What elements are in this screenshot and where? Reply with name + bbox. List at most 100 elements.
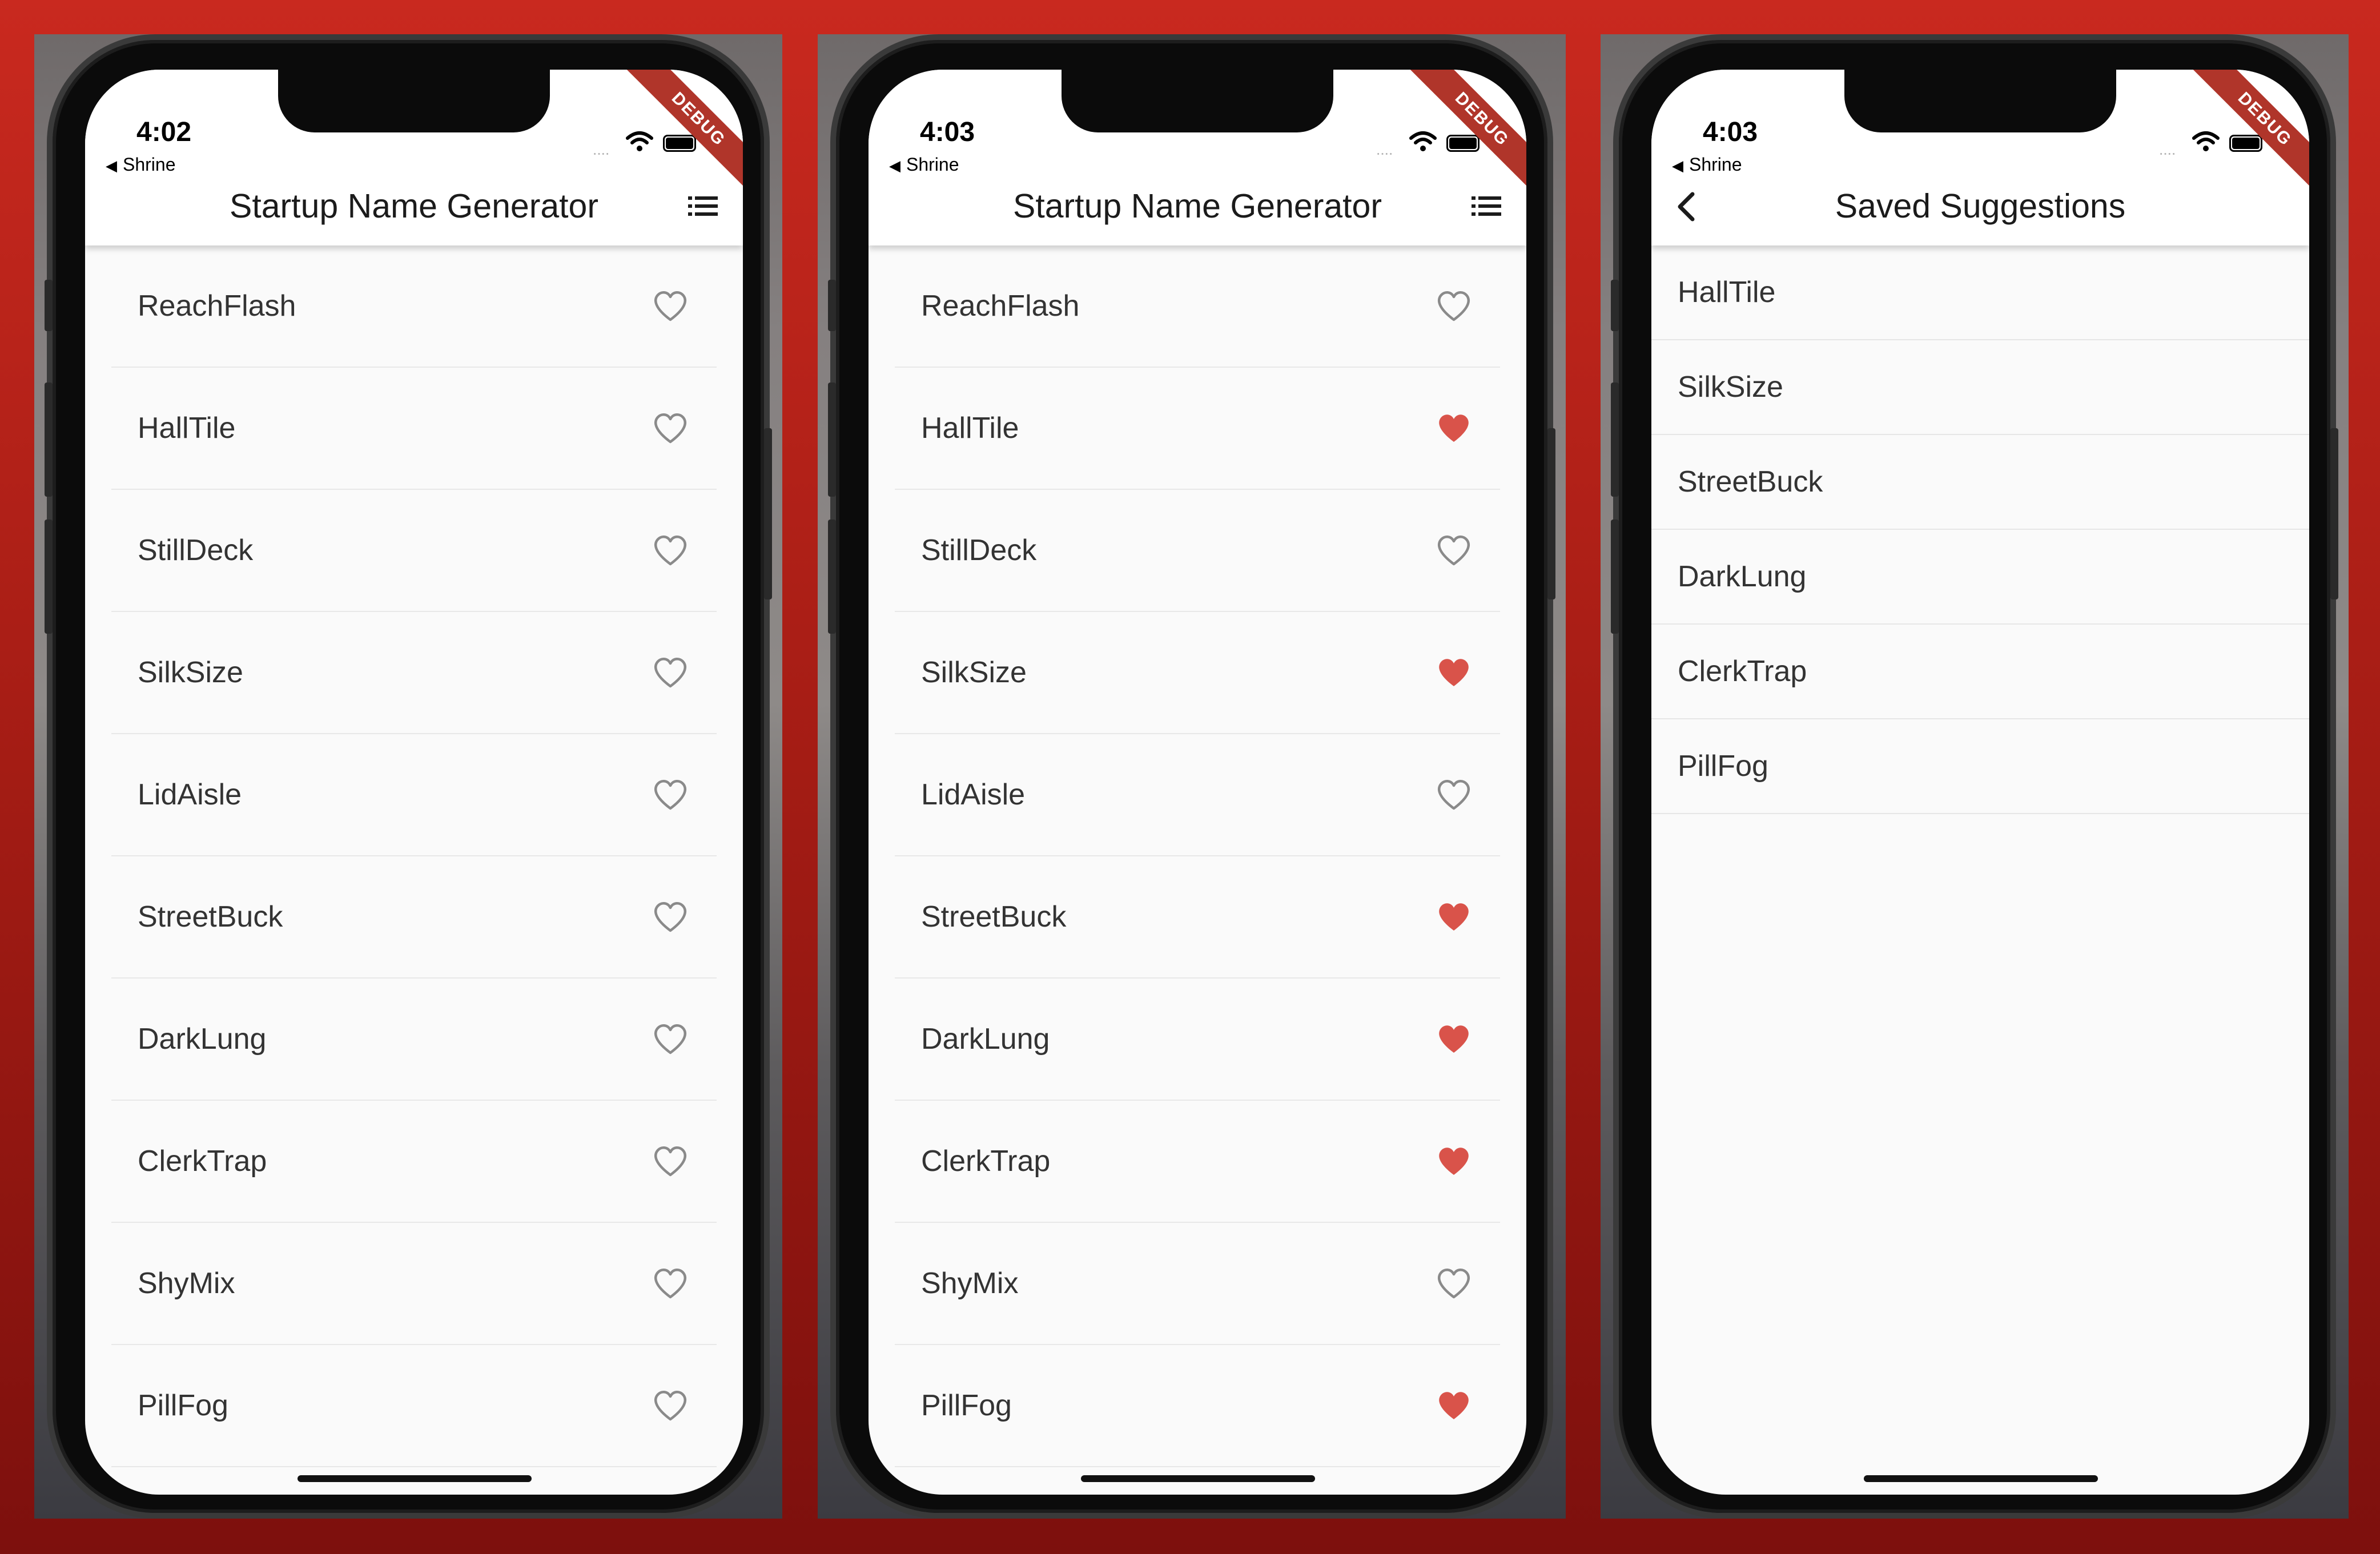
list-item[interactable]: DarkLung (111, 979, 717, 1101)
cellular-signal-icon: ···· (592, 144, 610, 162)
heart-filled-icon[interactable] (1436, 657, 1472, 689)
mute-switch (1611, 280, 1619, 331)
back-to-app-link[interactable]: ◀ Shrine (106, 154, 176, 175)
wifi-icon (1409, 131, 1437, 151)
list-item-label: ShyMix (921, 1267, 1019, 1300)
heart-outline-icon[interactable] (653, 779, 688, 811)
list-item-label: StillDeck (921, 534, 1037, 567)
power-button (1547, 428, 1555, 599)
list-item[interactable]: ReachFlash (111, 245, 717, 368)
saved-list-item[interactable]: DarkLung (1651, 530, 2309, 625)
heart-outline-icon[interactable] (1436, 1267, 1472, 1299)
list-item[interactable]: LidAisle (111, 734, 717, 856)
back-app-label: Shrine (1689, 154, 1742, 175)
list-item-label: HallTile (1678, 276, 1776, 309)
list-item-label: PillFog (1678, 750, 1768, 783)
heart-outline-icon[interactable] (1436, 290, 1472, 322)
back-triangle-icon: ◀ (106, 157, 117, 174)
saved-list-item[interactable]: PillFog (1651, 719, 2309, 814)
heart-outline-icon[interactable] (653, 1145, 688, 1177)
mute-switch (45, 280, 53, 331)
list-item-label: ClerkTrap (138, 1145, 267, 1178)
back-to-app-link[interactable]: ◀ Shrine (889, 154, 959, 175)
list-icon[interactable] (1472, 192, 1501, 220)
back-triangle-icon: ◀ (1672, 157, 1683, 174)
list-item[interactable]: ReachFlash (895, 245, 1500, 368)
saved-list-item[interactable]: StreetBuck (1651, 435, 2309, 530)
heart-outline-icon[interactable] (653, 412, 688, 444)
volume-up-button (828, 383, 836, 497)
phone-screen: DEBUG 4:03 ◀ Shrine ···· Startup Name Gen… (869, 70, 1526, 1495)
heart-outline-icon[interactable] (653, 534, 688, 566)
list-item[interactable]: StillDeck (895, 490, 1500, 612)
saved-list-item[interactable]: HallTile (1651, 245, 2309, 340)
list-item-label: ShyMix (138, 1267, 235, 1300)
battery-icon (2229, 135, 2262, 152)
heart-filled-icon[interactable] (1436, 1145, 1472, 1177)
list-item-label: SilkSize (1678, 371, 1783, 404)
list-item-label: LidAisle (138, 778, 242, 811)
list-item-label: StreetBuck (138, 900, 283, 933)
back-to-app-link[interactable]: ◀ Shrine (1672, 154, 1742, 175)
saved-list-item[interactable]: SilkSize (1651, 340, 2309, 435)
phone-frame: DEBUG 4:02 ◀ Shrine ···· Startup Name Gen… (45, 34, 772, 1519)
list-item[interactable]: PillFog (111, 1345, 717, 1467)
list-item[interactable]: DarkLung (895, 979, 1500, 1101)
list-item[interactable]: StillDeck (111, 490, 717, 612)
heart-filled-icon[interactable] (1436, 412, 1472, 444)
status-time: 4:03 (920, 117, 975, 147)
saved-list-item[interactable]: ClerkTrap (1651, 625, 2309, 719)
heart-outline-icon[interactable] (653, 290, 688, 322)
list-item-label: SilkSize (138, 656, 243, 689)
phone-frame: DEBUG 4:03 ◀ Shrine ···· Saved Suggestion… (1611, 34, 2338, 1519)
list-item-label: StillDeck (138, 534, 254, 567)
phone-panel-1: DEBUG 4:02 ◀ Shrine ···· Startup Name Gen… (34, 34, 782, 1519)
list-item[interactable]: LidAisle (895, 734, 1500, 856)
heart-filled-icon[interactable] (1436, 1390, 1472, 1422)
status-time: 4:02 (136, 117, 192, 147)
wifi-icon (2192, 131, 2220, 151)
list-item[interactable]: StreetBuck (895, 856, 1500, 979)
heart-filled-icon[interactable] (1436, 1023, 1472, 1055)
cellular-signal-icon: ···· (1376, 144, 1393, 162)
list-item[interactable]: HallTile (895, 368, 1500, 490)
list-item[interactable]: PillFog (895, 1345, 1500, 1467)
power-button (2330, 428, 2338, 599)
heart-outline-icon[interactable] (653, 901, 688, 933)
list-item[interactable]: HallTile (111, 368, 717, 490)
list-item-label: ReachFlash (921, 289, 1080, 323)
mute-switch (828, 280, 836, 331)
list-item-label: ClerkTrap (921, 1145, 1051, 1178)
heart-outline-icon[interactable] (653, 657, 688, 689)
heart-outline-icon[interactable] (1436, 534, 1472, 566)
home-indicator (1081, 1475, 1315, 1482)
list-item-label: HallTile (921, 412, 1019, 445)
phone-screen: DEBUG 4:03 ◀ Shrine ···· Saved Suggestion… (1651, 70, 2309, 1495)
heart-filled-icon[interactable] (1436, 901, 1472, 933)
home-indicator (1864, 1475, 2098, 1482)
list-item-label: LidAisle (921, 778, 1026, 811)
list-item-label: ClerkTrap (1678, 655, 1807, 688)
heart-outline-icon[interactable] (1436, 779, 1472, 811)
heart-outline-icon[interactable] (653, 1023, 688, 1055)
list-item[interactable]: ShyMix (895, 1223, 1500, 1345)
list-item[interactable]: SilkSize (895, 612, 1500, 734)
list-item-label: StreetBuck (921, 900, 1067, 933)
notch (278, 70, 550, 132)
volume-down-button (45, 520, 53, 634)
suggestion-list: ReachFlash HallTile StillDeck SilkSize LidAi… (85, 245, 743, 1467)
battery-icon (663, 135, 696, 152)
list-item-label: PillFog (138, 1389, 228, 1422)
list-item-label: HallTile (138, 412, 236, 445)
list-item-label: ReachFlash (138, 289, 296, 323)
heart-outline-icon[interactable] (653, 1390, 688, 1422)
list-icon[interactable] (688, 192, 718, 220)
heart-outline-icon[interactable] (653, 1267, 688, 1299)
list-item-label: PillFog (921, 1389, 1012, 1422)
volume-up-button (1611, 383, 1619, 497)
list-item[interactable]: ShyMix (111, 1223, 717, 1345)
list-item[interactable]: SilkSize (111, 612, 717, 734)
list-item[interactable]: ClerkTrap (111, 1101, 717, 1223)
list-item[interactable]: ClerkTrap (895, 1101, 1500, 1223)
list-item[interactable]: StreetBuck (111, 856, 717, 979)
